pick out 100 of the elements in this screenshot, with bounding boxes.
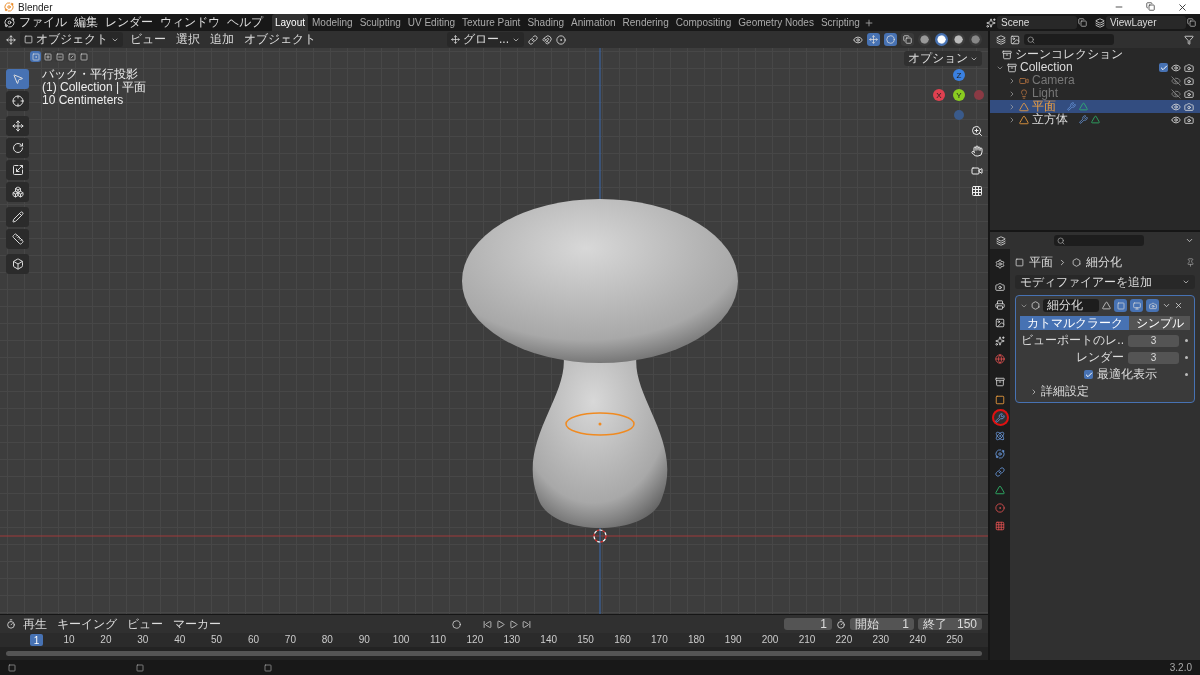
copy-icon[interactable] xyxy=(1187,18,1196,27)
workspace-tab[interactable]: Texture Paint xyxy=(459,14,524,31)
shading-button[interactable] xyxy=(952,33,965,46)
scene-icon[interactable] xyxy=(986,17,996,28)
jump-start-icon[interactable] xyxy=(483,619,492,629)
scrollbar[interactable] xyxy=(6,651,982,656)
close-icon[interactable] xyxy=(1177,1,1188,13)
options-dropdown[interactable]: オプション xyxy=(904,51,982,66)
workspace-tab[interactable]: Rendering xyxy=(619,14,672,31)
start-frame-field[interactable]: 開始 1 xyxy=(850,618,914,630)
menu-item[interactable]: ファイル xyxy=(16,16,70,29)
workspace-tab[interactable]: UV Editing xyxy=(404,14,458,31)
x-axis-handle[interactable]: X xyxy=(933,89,945,101)
maximize-icon[interactable] xyxy=(1146,1,1155,11)
method-tab[interactable]: シンプル xyxy=(1129,316,1190,330)
add-modifier-dropdown[interactable]: モディファイアーを追加 xyxy=(1015,275,1195,289)
viewport-canvas[interactable]: Z X Y バック・平行投影 (1) Collection | 平面 10 Centimeters オプション xyxy=(0,48,988,614)
filter-icon[interactable] xyxy=(1184,34,1194,45)
grid-icon[interactable] xyxy=(970,184,983,197)
z-axis-handle[interactable]: Z xyxy=(953,69,965,81)
gizmo-toggle[interactable] xyxy=(867,33,880,46)
edit-mode-toggle[interactable] xyxy=(1114,299,1127,312)
record-icon[interactable] xyxy=(452,619,461,629)
cube-tool[interactable] xyxy=(6,254,29,274)
menu-item[interactable]: 編集 xyxy=(71,16,101,29)
select-mode-button[interactable] xyxy=(30,51,41,62)
camera-icon[interactable] xyxy=(1184,88,1194,99)
overlay-toggle[interactable] xyxy=(884,33,897,46)
eye-icon[interactable] xyxy=(1171,114,1181,125)
jump-end-icon[interactable] xyxy=(522,619,531,629)
mushroom-model-drawing[interactable] xyxy=(462,199,738,528)
menu-item[interactable]: ビュー xyxy=(127,33,169,46)
workspace-tab[interactable]: Compositing xyxy=(672,14,735,31)
negative-z-handle[interactable] xyxy=(954,110,964,120)
pencil-tool[interactable] xyxy=(6,207,29,227)
menu-item[interactable]: キーイング xyxy=(54,617,120,631)
camera-icon[interactable] xyxy=(1184,62,1194,73)
search-field[interactable] xyxy=(1054,235,1144,246)
end-frame-field[interactable]: 終了 150 xyxy=(918,618,982,630)
playhead[interactable]: 1 xyxy=(30,634,43,646)
camera-icon[interactable] xyxy=(970,164,983,177)
crosshair-tool[interactable] xyxy=(6,91,29,111)
workspace-tab[interactable]: Animation xyxy=(568,14,619,31)
stopwatch-icon[interactable] xyxy=(836,619,846,629)
workspace-tab[interactable]: Sculpting xyxy=(356,14,404,31)
select-mode-button[interactable] xyxy=(54,51,65,62)
menu-item[interactable]: 選択 xyxy=(173,33,203,46)
method-tab[interactable]: カトマルクラーク xyxy=(1020,316,1129,330)
eye-icon[interactable] xyxy=(1171,62,1181,73)
menu-item[interactable]: レンダー xyxy=(102,16,156,29)
rotate-tool[interactable] xyxy=(6,138,29,158)
menu-item[interactable]: 追加 xyxy=(207,33,237,46)
workspace-tab[interactable]: Layout xyxy=(272,14,309,31)
search-field[interactable] xyxy=(1024,34,1114,45)
keyframe-dot[interactable] xyxy=(1185,356,1188,359)
keyframe-dot[interactable] xyxy=(1185,373,1188,376)
select-tool[interactable] xyxy=(6,69,29,89)
wrench-tab[interactable] xyxy=(991,409,1009,426)
advanced-subpanel[interactable]: 詳細設定 xyxy=(1020,385,1190,398)
close-icon[interactable] xyxy=(1174,301,1183,310)
scale-tool[interactable] xyxy=(6,160,29,180)
collapse-icon[interactable] xyxy=(1185,236,1194,245)
eye-closed-icon[interactable] xyxy=(1171,75,1181,86)
ruler-tool[interactable] xyxy=(6,229,29,249)
view-layer-field[interactable]: ViewLayer xyxy=(1106,16,1186,29)
viewport-toggle[interactable] xyxy=(1130,299,1143,312)
workspace-tab[interactable]: Scripting xyxy=(817,14,863,31)
shading-button[interactable] xyxy=(935,33,948,46)
display-mode-icon[interactable] xyxy=(1010,34,1020,45)
workspace-tab[interactable]: Geometry Nodes xyxy=(735,14,817,31)
add-icon[interactable] xyxy=(863,17,874,28)
play-icon[interactable] xyxy=(509,619,518,629)
outliner-row[interactable]: Collection xyxy=(990,61,1200,74)
menu-item[interactable]: ヘルプ xyxy=(224,16,266,29)
exclude-checkbox[interactable] xyxy=(1159,63,1168,72)
hand-icon[interactable] xyxy=(970,144,983,157)
eye-closed-icon[interactable] xyxy=(1171,88,1181,99)
number-field[interactable]: 3 xyxy=(1128,334,1179,347)
y-axis-handle[interactable]: Y xyxy=(953,89,965,101)
menu-item[interactable]: マーカー xyxy=(170,617,224,631)
dropdown-icon[interactable] xyxy=(1162,301,1171,310)
outliner-row[interactable]: 平面 xyxy=(990,100,1200,113)
visibility-icon[interactable] xyxy=(853,34,863,45)
select-mode-button[interactable] xyxy=(66,51,77,62)
camera-icon[interactable] xyxy=(1184,101,1194,112)
orientation-dropdown[interactable]: グロー... xyxy=(447,32,524,47)
select-mode-button[interactable] xyxy=(78,51,89,62)
pin-icon[interactable] xyxy=(1186,257,1195,267)
mode-dropdown[interactable]: オブジェクト xyxy=(20,32,123,47)
menu-item[interactable]: オブジェクト xyxy=(241,33,319,46)
render-toggle[interactable] xyxy=(1146,299,1159,312)
keyframe-dot[interactable] xyxy=(1185,339,1188,342)
eye-icon[interactable] xyxy=(1171,101,1181,112)
negative-x-handle[interactable] xyxy=(974,90,984,100)
optimal-display-checkbox[interactable] xyxy=(1084,370,1093,379)
transform-tool[interactable] xyxy=(6,182,29,202)
number-field[interactable]: 3 xyxy=(1128,351,1179,364)
camera-icon[interactable] xyxy=(1184,75,1194,86)
zoom-icon[interactable] xyxy=(970,124,983,137)
scene-field[interactable]: Scene xyxy=(997,16,1077,29)
